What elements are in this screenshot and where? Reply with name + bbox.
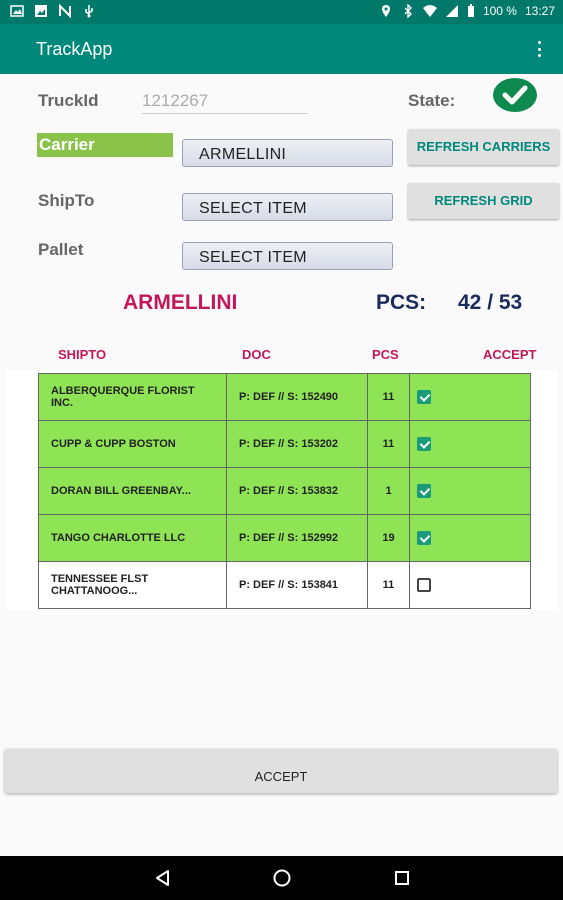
shipto-spinner[interactable]: SELECT ITEM	[182, 193, 393, 221]
gallery-icon	[10, 4, 24, 18]
cell-doc: P: DEF // S: 153202	[226, 420, 368, 468]
shipment-grid: ALBERQUERQUE FLORIST INC. P: DEF // S: 15…	[38, 373, 531, 609]
cell-pcs: 1	[367, 467, 410, 515]
pallet-label: Pallet	[38, 240, 84, 259]
accept-button[interactable]: ACCEPT	[5, 749, 557, 793]
battery-text: 100 %	[482, 4, 517, 18]
cell-pcs: 19	[367, 514, 410, 562]
cell-accept	[409, 420, 531, 468]
refresh-grid-button[interactable]: REFRESH GRID	[408, 183, 559, 219]
n-icon	[58, 3, 72, 19]
pcs-value: 42 / 53	[458, 291, 523, 314]
cell-accept	[409, 373, 531, 421]
accept-checkbox[interactable]	[417, 578, 431, 592]
carrier-label: Carrier	[37, 133, 173, 157]
cell-doc: P: DEF // S: 153841	[226, 561, 368, 609]
status-bar: 100 % 13:27	[0, 0, 563, 24]
cell-doc: P: DEF // S: 153832	[226, 467, 368, 515]
cell-accept	[409, 514, 531, 562]
recents-icon[interactable]	[392, 868, 412, 888]
truck-id-input[interactable]: 1212267	[142, 88, 308, 114]
col-header-doc: DOC	[242, 347, 271, 362]
check-circle-icon	[493, 78, 537, 112]
accept-checkbox[interactable]	[417, 531, 431, 545]
wifi-icon	[422, 4, 437, 18]
image-icon	[34, 4, 48, 18]
bluetooth-icon	[401, 3, 415, 19]
home-icon[interactable]	[272, 868, 292, 888]
table-row[interactable]: DORAN BILL GREENBAY... P: DEF // S: 15383…	[38, 467, 531, 515]
truck-id-label: TruckId	[38, 91, 99, 110]
carrier-spinner[interactable]: ARMELLINI	[182, 139, 393, 167]
usb-icon	[82, 4, 96, 18]
accept-checkbox[interactable]	[417, 390, 431, 404]
cell-pcs: 11	[367, 561, 410, 609]
app-title: TrackApp	[36, 39, 113, 59]
cell-accept	[409, 561, 531, 609]
back-icon[interactable]	[153, 868, 173, 888]
selected-carrier-title: ARMELLINI	[123, 291, 238, 314]
cell-shipto: TANGO CHARLOTTE LLC	[38, 514, 227, 562]
cell-doc: P: DEF // S: 152992	[226, 514, 368, 562]
cell-shipto: ALBERQUERQUE FLORIST INC.	[38, 373, 227, 421]
cell-shipto: TENNESSEE FLST CHATTANOOG...	[38, 561, 227, 609]
battery-icon	[467, 4, 475, 18]
accept-checkbox[interactable]	[417, 437, 431, 451]
overflow-menu-icon[interactable]	[533, 38, 545, 60]
table-row[interactable]: TANGO CHARLOTTE LLC P: DEF // S: 152992 19	[38, 514, 531, 562]
cell-shipto: CUPP & CUPP BOSTON	[38, 420, 227, 468]
cell-doc: P: DEF // S: 152490	[226, 373, 368, 421]
location-icon	[379, 4, 393, 18]
table-row[interactable]: CUPP & CUPP BOSTON P: DEF // S: 153202 11	[38, 420, 531, 468]
cell-shipto: DORAN BILL GREENBAY...	[38, 467, 227, 515]
navigation-bar	[0, 856, 563, 900]
pallet-spinner[interactable]: SELECT ITEM	[182, 242, 393, 270]
app-bar: TrackApp	[0, 24, 563, 74]
cell-pcs: 11	[367, 420, 410, 468]
table-row[interactable]: TENNESSEE FLST CHATTANOOG... P: DEF // S:…	[38, 561, 531, 609]
table-row[interactable]: ALBERQUERQUE FLORIST INC. P: DEF // S: 15…	[38, 373, 531, 421]
col-header-accept: ACCEPT	[483, 347, 537, 362]
col-header-pcs: PCS	[372, 347, 399, 362]
state-label: State:	[408, 91, 456, 110]
col-header-shipto: SHIPTO	[58, 347, 107, 362]
accept-checkbox[interactable]	[417, 484, 431, 498]
refresh-carriers-button[interactable]: REFRESH CARRIERS	[408, 129, 559, 165]
signal-icon	[445, 4, 459, 18]
shipto-label: ShipTo	[38, 191, 95, 210]
clock: 13:27	[524, 4, 555, 18]
cell-pcs: 11	[367, 373, 410, 421]
cell-accept	[409, 467, 531, 515]
pcs-label: PCS:	[376, 291, 427, 314]
